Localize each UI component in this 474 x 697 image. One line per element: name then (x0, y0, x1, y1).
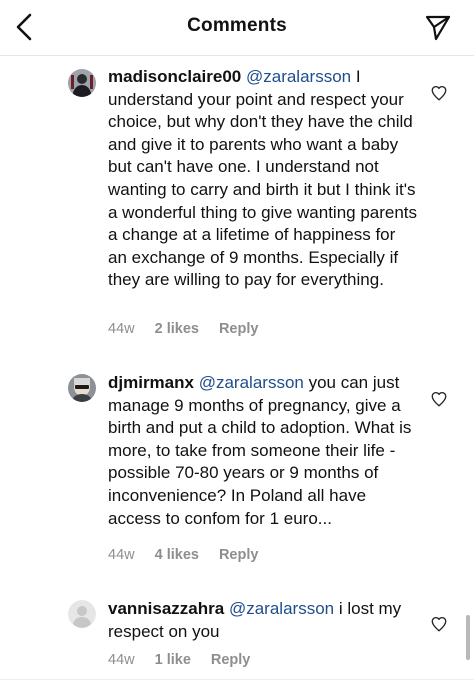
avatar[interactable] (68, 69, 96, 97)
comment-mention[interactable]: @zaralarsson (246, 67, 351, 86)
comment-content: you can just manage 9 months of pregnanc… (108, 373, 412, 528)
heart-icon[interactable] (430, 615, 448, 633)
paper-plane-icon (425, 15, 451, 41)
reply-button[interactable]: Reply (211, 652, 251, 668)
comment-time: 44w (108, 547, 135, 563)
comment-time: 44w (108, 321, 135, 337)
heart-icon[interactable] (430, 84, 448, 102)
comments-header: Comments (0, 0, 474, 56)
comment-time: 44w (108, 652, 135, 668)
comment-text: vannisazzahra @zaralarsson i lost my res… (108, 598, 418, 643)
comment-mention[interactable]: @zaralarsson (229, 599, 334, 618)
comment-meta: 44w 1 like Reply (108, 652, 250, 668)
comment-text: madisonclaire00 @zaralarsson I understan… (108, 66, 418, 292)
heart-icon[interactable] (430, 390, 448, 408)
comment-text: djmirmanx @zaralarsson you can just mana… (108, 372, 418, 530)
avatar[interactable] (68, 374, 96, 402)
comment-mention[interactable]: @zaralarsson (199, 373, 304, 392)
comment-username[interactable]: vannisazzahra (108, 599, 224, 618)
comment-meta: 44w 2 likes Reply (108, 321, 258, 337)
comment-likes[interactable]: 2 likes (155, 321, 199, 337)
comment-content: I understand your point and respect your… (108, 67, 418, 290)
divider (0, 679, 474, 680)
reply-button[interactable]: Reply (219, 321, 259, 337)
comment-username[interactable]: madisonclaire00 (108, 67, 241, 86)
scrollbar[interactable] (466, 615, 470, 660)
comment-likes[interactable]: 4 likes (155, 547, 199, 563)
share-button[interactable] (422, 12, 454, 44)
page-title: Comments (187, 15, 287, 36)
default-avatar-icon (68, 600, 96, 628)
comment-likes[interactable]: 1 like (155, 652, 191, 668)
comment-meta: 44w 4 likes Reply (108, 547, 258, 563)
comment-username[interactable]: djmirmanx (108, 373, 194, 392)
avatar[interactable] (68, 600, 96, 628)
reply-button[interactable]: Reply (219, 547, 259, 563)
